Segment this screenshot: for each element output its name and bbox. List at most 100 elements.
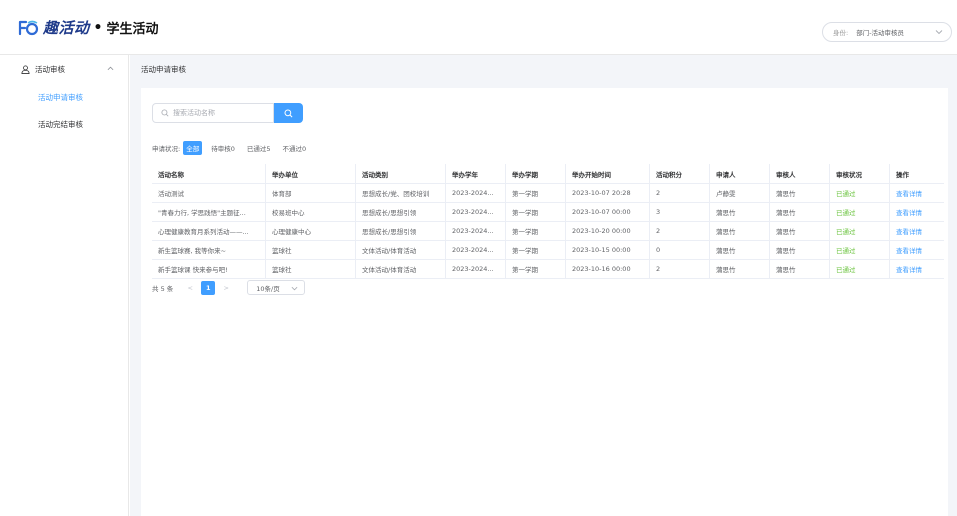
cell-term: 第一学期 — [506, 184, 566, 202]
cell-year: 2023-2024... — [446, 222, 506, 240]
cell-start-time: 2023-10-20 00:00 — [566, 222, 650, 240]
logo-icon — [18, 20, 39, 35]
status-filter-label: 申请状况: — [152, 145, 181, 153]
sidebar-item-application-review[interactable]: 活动申请审核 — [0, 84, 128, 111]
page-size-select[interactable]: 10条/页 — [247, 280, 306, 295]
cell-reviewer: 蒲思竹 — [770, 184, 830, 202]
table-row: 新生篮球赛, 我等你来~ 篮球社 文体活动/体育活动 2023-2024... … — [152, 241, 944, 260]
column-header: 活动名称 — [152, 164, 266, 183]
table-row: "青春力行, 学思践悟"主题征... 校易班中心 思想成长/思想引领 2023-… — [152, 203, 944, 222]
chevron-down-icon — [935, 30, 943, 35]
cell-start-time: 2023-10-07 00:00 — [566, 203, 650, 221]
pagination: 共 5 条 < 1 > 10条/页 — [152, 280, 306, 295]
top-header: 趣活动 • 学生活动 身份: 部门-活动审核员 — [0, 0, 957, 55]
sidebar-item-label: 活动申请审核 — [38, 93, 83, 102]
breadcrumb: 活动申请审核 — [130, 55, 957, 83]
cell-organizer: 心理健康中心 — [266, 222, 356, 240]
cell-start-time: 2023-10-16 00:00 — [566, 260, 650, 278]
cell-category: 文体活动/体育活动 — [356, 260, 446, 278]
identity-label: 身份: — [833, 29, 849, 37]
column-header: 活动积分 — [650, 164, 710, 183]
logo-text: 趣活动 — [43, 19, 90, 37]
table-row: 活动测试 体育部 思想成长/党、团校培训 2023-2024... 第一学期 2… — [152, 184, 944, 203]
sidebar-group-activity-review[interactable]: 活动审核 — [0, 55, 128, 84]
sidebar-group-label: 活动审核 — [35, 65, 65, 74]
cell-year: 2023-2024... — [446, 241, 506, 259]
cell-reviewer: 蒲思竹 — [770, 241, 830, 259]
sidebar-item-completion-review[interactable]: 活动完结审核 — [0, 111, 128, 138]
column-header: 活动类别 — [356, 164, 446, 183]
cell-review-status: 已通过 — [830, 184, 890, 202]
search-icon — [284, 108, 293, 117]
page-number-button[interactable]: 1 — [201, 280, 216, 295]
cell-points: 3 — [650, 203, 710, 221]
cell-category: 文体活动/体育活动 — [356, 241, 446, 259]
column-header: 举办单位 — [266, 164, 356, 183]
search-placeholder: 搜索活动名称 — [173, 109, 215, 117]
column-header: 举办学期 — [506, 164, 566, 183]
cell-year: 2023-2024... — [446, 184, 506, 202]
cell-activity-name: 新手篮球课 快来参与吧! — [152, 260, 266, 278]
cell-review-status: 已通过 — [830, 260, 890, 278]
search-input[interactable]: 搜索活动名称 — [152, 103, 274, 123]
cell-activity-name: 心理健康教育月系列活动——... — [152, 222, 266, 240]
table-header-row: 活动名称 举办单位 活动类别 举办学年 举办学期 举办开始时间 活动积分 申请人… — [152, 164, 944, 184]
view-details-link[interactable]: 查看详情 — [890, 184, 944, 202]
cell-organizer: 篮球社 — [266, 241, 356, 259]
column-header: 举办开始时间 — [566, 164, 650, 183]
column-header: 举办学年 — [446, 164, 506, 183]
cell-review-status: 已通过 — [830, 203, 890, 221]
view-details-link[interactable]: 查看详情 — [890, 203, 944, 221]
cell-organizer: 校易班中心 — [266, 203, 356, 221]
cell-year: 2023-2024... — [446, 203, 506, 221]
status-chip-pending[interactable]: 待审核0 — [208, 141, 238, 155]
sidebar: 活动审核 活动申请审核 活动完结审核 — [0, 55, 129, 516]
cell-year: 2023-2024... — [446, 260, 506, 278]
cell-activity-name: 新生篮球赛, 我等你来~ — [152, 241, 266, 259]
cell-applicant: 蒲思竹 — [710, 241, 770, 259]
chevron-down-icon — [291, 286, 298, 291]
cell-category: 思想成长/党、团校培训 — [356, 184, 446, 202]
cell-reviewer: 蒲思竹 — [770, 203, 830, 221]
cell-activity-name: 活动测试 — [152, 184, 266, 202]
search-button[interactable] — [274, 103, 303, 123]
cell-start-time: 2023-10-07 20:28 — [566, 184, 650, 202]
column-header: 审核人 — [770, 164, 830, 183]
app-logo[interactable]: 趣活动 • 学生活动 — [18, 17, 158, 38]
cell-reviewer: 蒲思竹 — [770, 222, 830, 240]
cell-category: 思想成长/思想引领 — [356, 222, 446, 240]
cell-points: 2 — [650, 222, 710, 240]
view-details-link[interactable]: 查看详情 — [890, 241, 944, 259]
search-icon — [161, 109, 169, 117]
view-details-link[interactable]: 查看详情 — [890, 260, 944, 278]
cell-review-status: 已通过 — [830, 222, 890, 240]
cell-activity-name: "青春力行, 学思践悟"主题征... — [152, 203, 266, 221]
cell-reviewer: 蒲思竹 — [770, 260, 830, 278]
identity-select[interactable]: 身份: 部门-活动审核员 — [822, 22, 952, 42]
cell-applicant: 蒲思竹 — [710, 260, 770, 278]
prev-page-button[interactable]: < — [183, 281, 197, 295]
status-chip-rejected[interactable]: 不通过0 — [279, 141, 309, 155]
table-row: 心理健康教育月系列活动——... 心理健康中心 思想成长/思想引领 2023-2… — [152, 222, 944, 241]
column-header: 操作 — [896, 170, 909, 179]
cell-organizer: 体育部 — [266, 184, 356, 202]
table-row: 新手篮球课 快来参与吧! 篮球社 文体活动/体育活动 2023-2024... … — [152, 260, 944, 279]
user-icon — [21, 65, 30, 74]
status-filter: 申请状况: 全部 待审核0 已通过5 不通过0 — [152, 141, 315, 155]
page-size-value: 10条/页 — [256, 284, 280, 293]
cell-applicant: 卢静雯 — [710, 184, 770, 202]
cell-review-status: 已通过 — [830, 241, 890, 259]
logo-subtitle: 学生活动 — [106, 22, 159, 37]
status-chip-approved[interactable]: 已通过5 — [244, 141, 274, 155]
cell-term: 第一学期 — [506, 222, 566, 240]
next-page-button[interactable]: > — [219, 281, 233, 295]
content-panel: 搜索活动名称 申请状况: 全部 待审核0 已通过5 不通过0 活动名称 举办单位… — [141, 88, 948, 516]
status-chip-all[interactable]: 全部 — [183, 141, 203, 155]
view-details-link[interactable]: 查看详情 — [890, 222, 944, 240]
cell-applicant: 蒲思竹 — [710, 222, 770, 240]
activity-table: 活动名称 举办单位 活动类别 举办学年 举办学期 举办开始时间 活动积分 申请人… — [152, 164, 944, 279]
cell-points: 2 — [650, 260, 710, 278]
search-bar: 搜索活动名称 — [152, 103, 303, 123]
sidebar-item-label: 活动完结审核 — [38, 120, 83, 129]
column-header: 申请人 — [710, 164, 770, 183]
